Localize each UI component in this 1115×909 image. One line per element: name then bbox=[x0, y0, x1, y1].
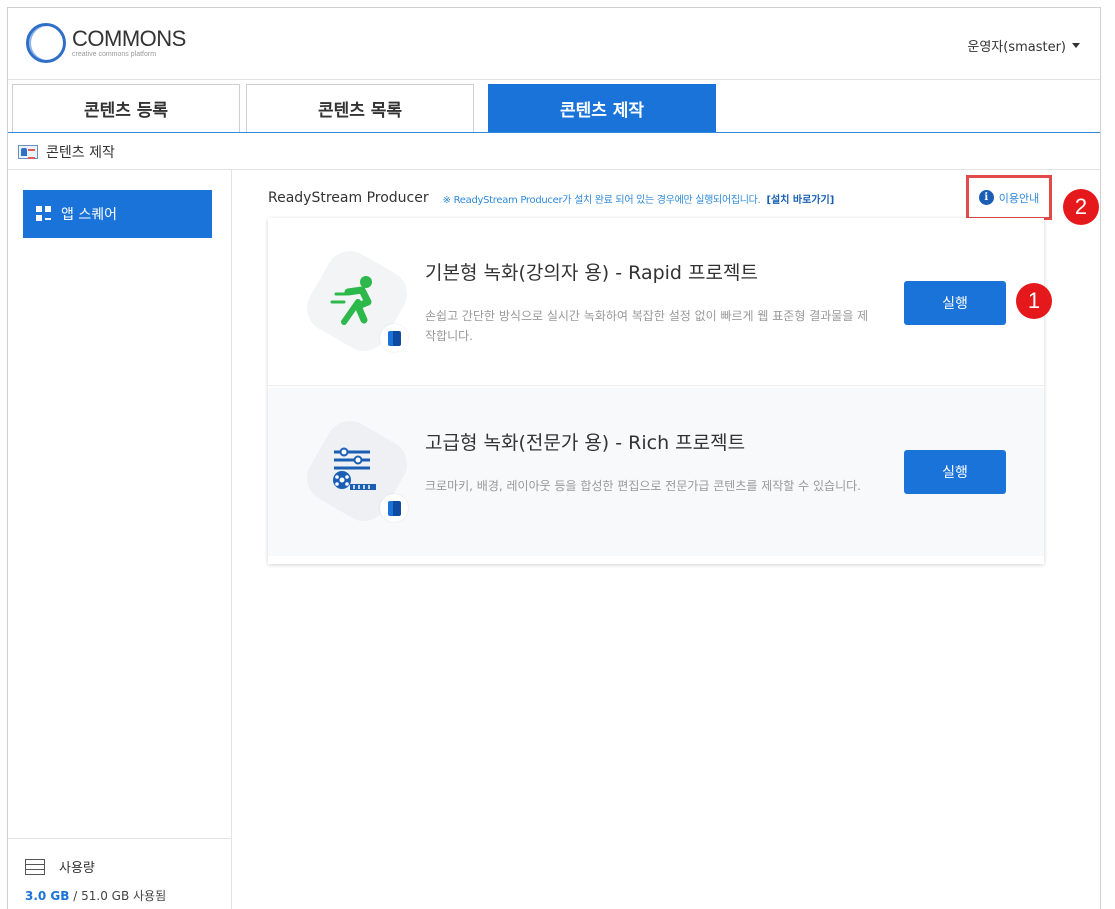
run-rich-button[interactable]: 실행 bbox=[904, 450, 1006, 494]
app-square-label: 앱 스퀘어 bbox=[61, 207, 117, 223]
project-card-list: 기본형 녹화(강의자 용) - Rapid 프로젝트 손쉽고 간단한 방식으로 … bbox=[268, 218, 1044, 564]
page-title: 콘텐츠 제작 bbox=[46, 144, 115, 161]
annotation-badge-1: 1 bbox=[1016, 283, 1052, 319]
project-card-rich: 고급형 녹화(전문가 용) - Rich 프로젝트 크로마키, 배경, 레이아웃… bbox=[268, 388, 1044, 556]
project-card-rapid: 기본형 녹화(강의자 용) - Rapid 프로젝트 손쉽고 간단한 방식으로 … bbox=[268, 218, 1044, 386]
rich-icon-wrap bbox=[298, 412, 416, 530]
producer-title: ReadyStream Producer bbox=[268, 190, 429, 206]
producer-header: ReadyStream Producer ※ ReadyStream Produ… bbox=[268, 186, 1088, 210]
install-link[interactable]: [설치 바로가기] bbox=[766, 191, 834, 206]
logo-ring-icon bbox=[26, 23, 66, 63]
tab-content-register[interactable]: 콘텐츠 등록 bbox=[12, 84, 240, 132]
user-menu[interactable]: 운영자(smaster) bbox=[967, 36, 1080, 55]
sidebar: 앱 스퀘어 사용량 3.0 GB / 51.0 GB 사용됨 bbox=[8, 170, 232, 909]
info-icon: i bbox=[978, 190, 994, 205]
id-card-icon bbox=[18, 144, 38, 159]
tab-bar: 콘텐츠 등록 콘텐츠 목록 콘텐츠 제작 bbox=[8, 84, 1100, 133]
card-description: 크로마키, 배경, 레이아웃 등을 합성한 편집으로 전문가급 콘텐츠를 제작할… bbox=[425, 479, 861, 493]
caret-down-icon bbox=[1072, 43, 1080, 48]
usage-total: / 51.0 GB 사용됨 bbox=[69, 889, 167, 903]
storage-icon bbox=[25, 858, 45, 875]
logo-subtitle: creative commons platform bbox=[72, 50, 157, 58]
card-description: 손쉽고 간단한 방식으로 실시간 녹화하여 복잡한 설정 없이 빠르게 웹 표준… bbox=[425, 309, 869, 343]
logo[interactable]: COMMONS creative commons platform bbox=[26, 23, 186, 63]
readystream-badge-icon bbox=[380, 494, 408, 522]
tab-content-production[interactable]: 콘텐츠 제작 bbox=[488, 84, 716, 132]
usage-guide-link[interactable]: i 이용안내 bbox=[966, 175, 1052, 220]
tab-content-list[interactable]: 콘텐츠 목록 bbox=[246, 84, 474, 132]
usage-amount: 3.0 GB / 51.0 GB 사용됨 bbox=[25, 887, 231, 904]
app-grid-icon bbox=[36, 206, 52, 222]
rapid-icon-wrap bbox=[298, 242, 416, 360]
logo-title: COMMONS bbox=[72, 25, 186, 51]
usage-label: 사용량 bbox=[59, 861, 95, 876]
card-title: 고급형 녹화(전문가 용) - Rich 프로젝트 bbox=[425, 432, 746, 454]
film-editor-icon bbox=[333, 447, 376, 490]
logo-text: COMMONS creative commons platform bbox=[72, 25, 186, 59]
header: COMMONS creative commons platform 운영자(sm… bbox=[8, 8, 1100, 80]
readystream-badge-icon bbox=[380, 324, 408, 352]
producer-install-note: ※ ReadyStream Producer가 설치 완료 되어 있는 경우에만… bbox=[442, 194, 761, 206]
usage-guide-label: 이용안내 bbox=[998, 191, 1040, 205]
card-title: 기본형 녹화(강의자 용) - Rapid 프로젝트 bbox=[425, 262, 758, 284]
usage-used: 3.0 GB bbox=[25, 889, 70, 903]
app-square-button[interactable]: 앱 스퀘어 bbox=[23, 190, 212, 238]
running-person-icon bbox=[330, 276, 372, 325]
user-label: 운영자(smaster) bbox=[967, 40, 1066, 55]
page-title-bar: 콘텐츠 제작 bbox=[8, 134, 1100, 170]
run-rapid-button[interactable]: 실행 bbox=[904, 281, 1006, 325]
storage-usage: 사용량 3.0 GB / 51.0 GB 사용됨 bbox=[8, 838, 231, 909]
annotation-badge-2: 2 bbox=[1063, 189, 1099, 225]
